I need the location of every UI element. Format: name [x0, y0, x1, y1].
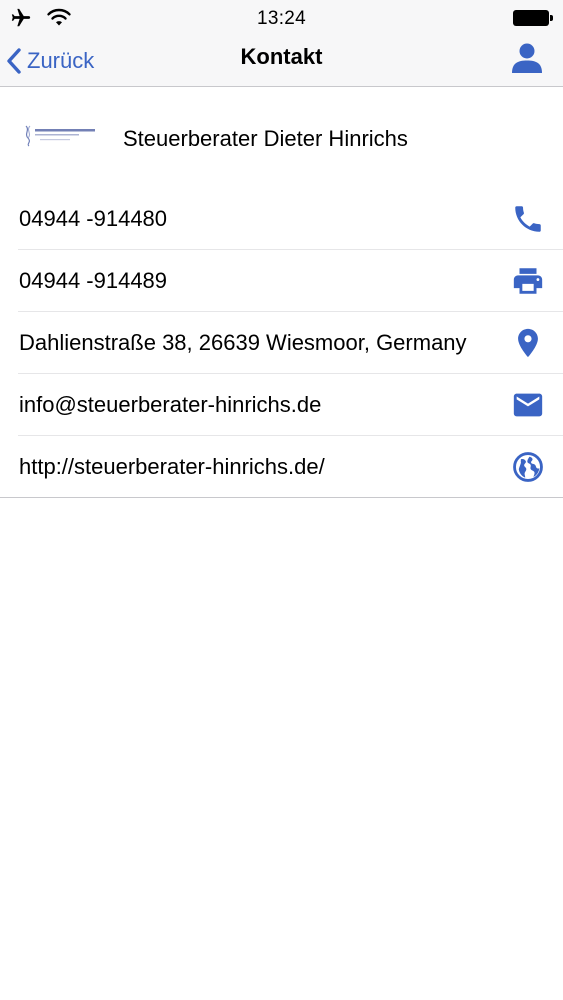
- envelope-icon[interactable]: [511, 388, 545, 422]
- phone-icon[interactable]: [511, 202, 545, 236]
- company-header: Steuerberater Dieter Hinrichs: [0, 92, 563, 182]
- printer-icon[interactable]: [511, 264, 545, 298]
- navigation-bar: Zurück Kontakt: [0, 36, 563, 87]
- status-bar: 13:24: [0, 0, 563, 36]
- contact-row-email[interactable]: info@steuerberater-hinrichs.de: [0, 374, 563, 436]
- contact-row-website[interactable]: http://steuerberater-hinrichs.de/: [0, 436, 563, 498]
- globe-icon[interactable]: [511, 450, 545, 484]
- battery-icon: [513, 10, 555, 26]
- contact-list: 04944 -914480 04944 -914489 Dahlienstraß…: [0, 188, 563, 498]
- email-address: info@steuerberater-hinrichs.de: [19, 392, 322, 417]
- contact-row-phone[interactable]: 04944 -914480: [0, 188, 563, 250]
- contact-row-address[interactable]: Dahlienstraße 38, 26639 Wiesmoor, German…: [0, 312, 563, 374]
- contact-row-fax[interactable]: 04944 -914489: [0, 250, 563, 312]
- person-icon[interactable]: [509, 40, 545, 76]
- phone-number: 04944 -914480: [19, 206, 168, 231]
- status-time: 13:24: [256, 8, 307, 29]
- map-pin-icon[interactable]: [511, 326, 545, 360]
- address: Dahlienstraße 38, 26639 Wiesmoor, German…: [19, 330, 467, 355]
- company-name: Steuerberater Dieter Hinrichs: [123, 126, 408, 151]
- fax-number: 04944 -914489: [19, 268, 168, 293]
- company-logo: [20, 122, 100, 148]
- website-url: http://steuerberater-hinrichs.de/: [19, 454, 325, 479]
- page-title: Kontakt: [240, 44, 323, 69]
